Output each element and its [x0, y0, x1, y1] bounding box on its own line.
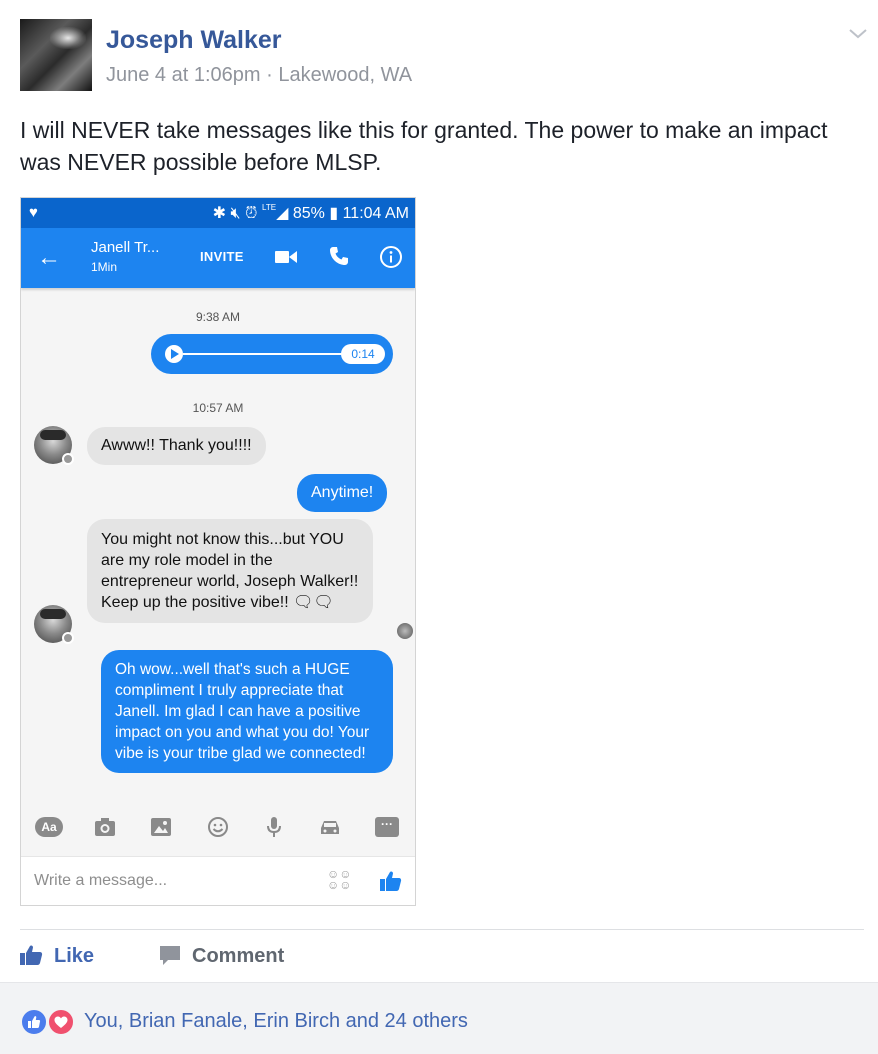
message-input[interactable]: Write a message... [34, 872, 167, 890]
incoming-message[interactable]: Awww!! Thank you!!!! [87, 427, 266, 465]
more-options-icon[interactable]: ··· [375, 817, 399, 837]
audio-message[interactable]: 0:14 [151, 334, 393, 374]
bluetooth-icon: ✱ [212, 205, 227, 222]
invite-button[interactable]: INVITE [200, 249, 244, 264]
back-arrow-icon[interactable]: ← [37, 244, 61, 272]
thumbs-up-icon [20, 945, 43, 965]
message-timestamp: 10:57 AM [192, 401, 244, 415]
author-name[interactable]: Joseph Walker [106, 26, 282, 55]
heart-icon: ♥ [29, 204, 38, 221]
outgoing-message[interactable]: Anytime! [297, 474, 388, 512]
video-call-icon[interactable] [275, 249, 297, 265]
reactions-summary: You, Brian Fanale, Erin Birch and 24 oth… [0, 982, 878, 1054]
reactions-names[interactable]: You, Brian Fanale, Erin Birch and 24 oth… [84, 1010, 468, 1033]
love-reaction-icon[interactable] [47, 1008, 75, 1036]
info-icon[interactable] [379, 245, 403, 269]
camera-icon[interactable] [93, 816, 117, 838]
post-meta: June 4 at 1:06pm · Lakewood, WA [106, 64, 412, 87]
message-composer: Write a message... ☺☺ ☺☺ [21, 856, 415, 905]
alarm-icon: ⏰︎ [245, 205, 258, 222]
gallery-icon[interactable] [149, 816, 173, 838]
post-location[interactable]: Lakewood, WA [278, 64, 412, 86]
audio-progress-track[interactable] [183, 353, 343, 355]
phone-status-bar: ♥ ✱ 🔇︎ ⏰︎ LTE◢ 85% ▮ 11:04 AM [21, 198, 415, 228]
text-format-icon[interactable]: Aa [35, 817, 63, 837]
battery-icon: ▮ [329, 205, 339, 222]
messenger-badge-icon [62, 632, 74, 644]
network-type: LTE [261, 203, 277, 212]
contact-active-status: 1Min [91, 260, 118, 274]
emoji-icon[interactable] [206, 816, 230, 838]
contact-name: Janell Tr... [91, 239, 160, 256]
like-label: Like [54, 945, 95, 967]
comment-button[interactable]: Comment [158, 944, 284, 968]
meta-separator: · [266, 64, 273, 86]
phone-call-icon[interactable] [327, 244, 351, 268]
system-indicators: ✱ 🔇︎ ⏰︎ LTE◢ 85% ▮ 11:04 AM [213, 203, 409, 223]
messenger-badge-icon [62, 453, 74, 465]
stickers-icon[interactable]: ☺☺ ☺☺ [327, 868, 352, 891]
outgoing-message[interactable]: Oh wow...well that's such a HUGE complim… [101, 650, 393, 773]
audio-duration: 0:14 [341, 344, 385, 364]
car-icon[interactable] [318, 816, 342, 838]
message-timestamp: 9:38 AM [195, 310, 241, 324]
messenger-screenshot[interactable]: ♥ ✱ 🔇︎ ⏰︎ LTE◢ 85% ▮ 11:04 AM ← Janell T… [20, 197, 416, 906]
signal-icon: ◢ [276, 205, 289, 222]
post-text: I will NEVER take messages like this for… [20, 117, 828, 175]
play-icon[interactable] [165, 345, 183, 363]
status-time: 11:04 AM [342, 205, 409, 222]
like-button[interactable]: Like [20, 944, 94, 968]
thumbs-up-icon[interactable] [379, 869, 403, 893]
author-avatar[interactable] [20, 19, 92, 91]
like-reaction-icon[interactable] [20, 1008, 48, 1036]
actions-divider [20, 929, 864, 930]
read-receipt-avatar [397, 623, 413, 639]
chevron-down-icon[interactable] [846, 26, 870, 42]
incoming-message[interactable]: You might not know this...but YOU are my… [87, 519, 373, 623]
post-date[interactable]: June 4 at 1:06pm [106, 64, 261, 86]
comment-label: Comment [192, 945, 285, 967]
conversation-header: ← Janell Tr... 1Min INVITE [21, 228, 415, 288]
microphone-icon[interactable] [262, 816, 286, 838]
avatar-highlight [50, 27, 86, 49]
comment-icon [160, 946, 180, 965]
battery-percent: 85% [292, 205, 325, 222]
composer-toolbar: Aa ··· [21, 798, 415, 856]
mute-icon: 🔇︎ [230, 205, 241, 222]
